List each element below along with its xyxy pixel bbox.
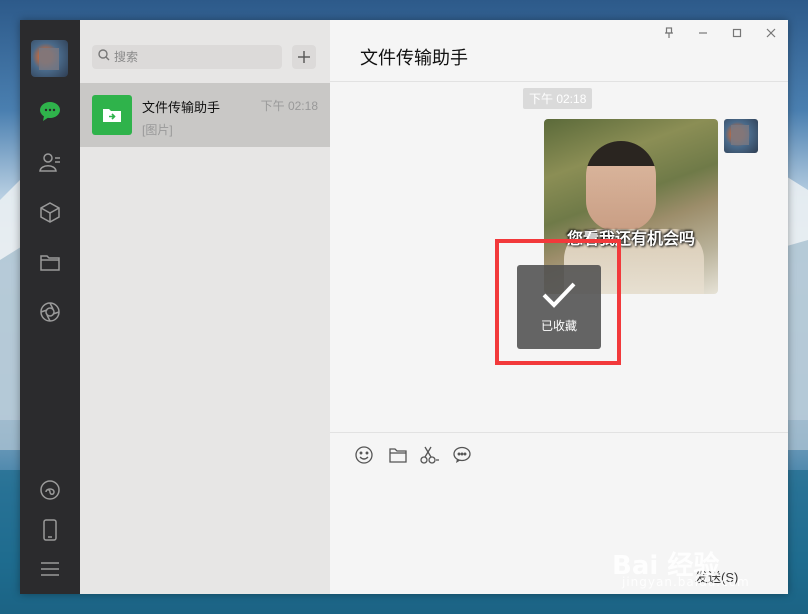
contacts-icon[interactable] [38,150,62,174]
chat-bubble-icon[interactable] [452,445,472,465]
chat-list-panel: 文件传输助手 下午 02:18 [图片] [80,20,330,594]
minimize-icon[interactable] [696,26,710,40]
sender-avatar[interactable] [724,119,758,153]
chat-name: 文件传输助手 [142,100,221,115]
search-icon [98,48,110,66]
moments-icon[interactable] [38,300,62,324]
folder-icon[interactable] [388,445,408,465]
chat-preview: [图片] [142,123,173,137]
avatar[interactable] [31,40,68,77]
search-input[interactable] [114,50,274,64]
wechat-window: 文件传输助手 下午 02:18 [图片] 文件传输助手 下午 02:18 [20,20,788,594]
phone-icon[interactable] [38,518,62,542]
chat-time: 下午 02:18 [260,99,318,113]
add-button[interactable] [292,45,316,69]
image-person [586,141,656,231]
chat-icon[interactable] [38,99,62,123]
watermark-url: jingyan.baidu.com [622,575,750,589]
menu-icon[interactable] [38,557,62,581]
file-transfer-icon [92,95,132,135]
message-timestamp: 下午 02:18 [523,88,593,109]
conversation-header: 文件传输助手 [330,20,788,82]
cube-icon[interactable] [38,200,62,224]
watermark: Bai 经验 jingyan.baidu.com [612,545,762,595]
conversation-title: 文件传输助手 [360,48,468,68]
scissors-icon[interactable] [420,445,440,465]
folder-icon[interactable] [38,250,62,274]
plus-icon [298,51,310,63]
search-box[interactable] [92,45,282,69]
mini-program-icon[interactable] [38,478,62,502]
close-icon[interactable] [764,26,778,40]
maximize-icon[interactable] [730,26,744,40]
emoji-icon[interactable] [354,445,374,465]
highlight-box [495,239,621,365]
chat-list-item[interactable]: 文件传输助手 下午 02:18 [图片] [80,83,330,147]
conversation-panel: 文件传输助手 下午 02:18 您看我还有机会吗 已收藏 发送(S) [330,20,788,594]
pin-icon[interactable] [662,26,676,40]
sidebar [20,20,80,594]
